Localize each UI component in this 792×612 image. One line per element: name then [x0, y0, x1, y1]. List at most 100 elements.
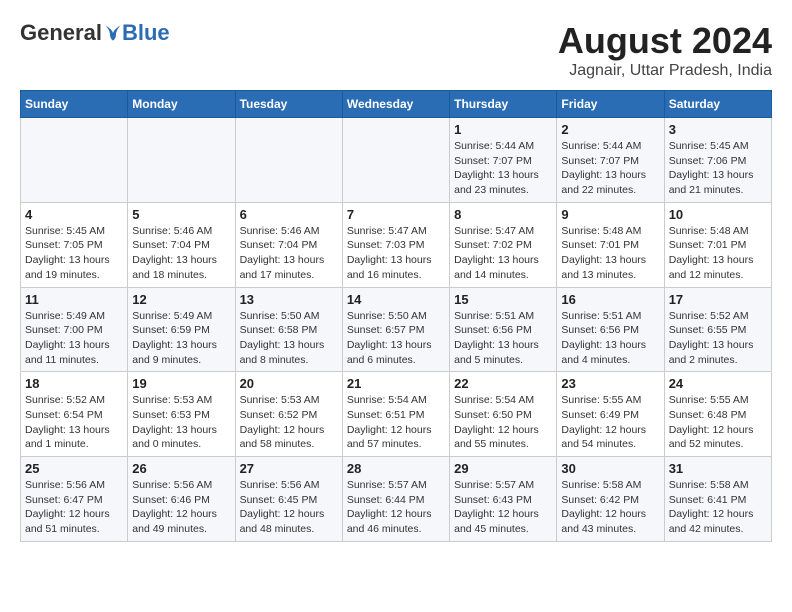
day-number: 21 — [347, 376, 445, 391]
day-info: Sunrise: 5:45 AM Sunset: 7:05 PM Dayligh… — [25, 224, 123, 283]
day-number: 17 — [669, 292, 767, 307]
logo-blue-text: Blue — [122, 20, 170, 46]
day-cell: 19 Sunrise: 5:53 AM Sunset: 6:53 PM Dayli… — [128, 372, 235, 457]
day-info: Sunrise: 5:44 AM Sunset: 7:07 PM Dayligh… — [454, 139, 552, 198]
day-info: Sunrise: 5:45 AM Sunset: 7:06 PM Dayligh… — [669, 139, 767, 198]
day-cell — [235, 118, 342, 203]
day-info: Sunrise: 5:48 AM Sunset: 7:01 PM Dayligh… — [669, 224, 767, 283]
day-number: 24 — [669, 376, 767, 391]
day-number: 2 — [561, 122, 659, 137]
day-info: Sunrise: 5:51 AM Sunset: 6:56 PM Dayligh… — [454, 309, 552, 368]
calendar-body: 1 Sunrise: 5:44 AM Sunset: 7:07 PM Daylig… — [21, 118, 772, 542]
day-number: 25 — [25, 461, 123, 476]
day-cell: 8 Sunrise: 5:47 AM Sunset: 7:02 PM Daylig… — [450, 202, 557, 287]
day-info: Sunrise: 5:54 AM Sunset: 6:50 PM Dayligh… — [454, 393, 552, 452]
day-cell: 21 Sunrise: 5:54 AM Sunset: 6:51 PM Dayli… — [342, 372, 449, 457]
week-row-4: 18Sunrise: 5:52 AM Sunset: 6:54 PM Dayli… — [21, 372, 772, 457]
day-info: Sunrise: 5:49 AM Sunset: 6:59 PM Dayligh… — [132, 309, 230, 368]
day-number: 9 — [561, 207, 659, 222]
day-cell: 20 Sunrise: 5:53 AM Sunset: 6:52 PM Dayli… — [235, 372, 342, 457]
page-header: General Blue August 2024 Jagnair, Uttar … — [20, 20, 772, 80]
day-cell: 13 Sunrise: 5:50 AM Sunset: 6:58 PM Dayli… — [235, 287, 342, 372]
day-cell: 15 Sunrise: 5:51 AM Sunset: 6:56 PM Dayli… — [450, 287, 557, 372]
day-cell: 16 Sunrise: 5:51 AM Sunset: 6:56 PM Dayli… — [557, 287, 664, 372]
day-number: 6 — [240, 207, 338, 222]
day-number: 13 — [240, 292, 338, 307]
col-header-friday: Friday — [557, 91, 664, 118]
location-title: Jagnair, Uttar Pradesh, India — [558, 62, 772, 80]
day-cell: 11Sunrise: 5:49 AM Sunset: 7:00 PM Dayli… — [21, 287, 128, 372]
day-number: 29 — [454, 461, 552, 476]
day-number: 14 — [347, 292, 445, 307]
day-cell: 6 Sunrise: 5:46 AM Sunset: 7:04 PM Daylig… — [235, 202, 342, 287]
day-cell: 3Sunrise: 5:45 AM Sunset: 7:06 PM Daylig… — [664, 118, 771, 203]
col-header-wednesday: Wednesday — [342, 91, 449, 118]
day-cell — [342, 118, 449, 203]
day-number: 15 — [454, 292, 552, 307]
col-header-tuesday: Tuesday — [235, 91, 342, 118]
day-number: 4 — [25, 207, 123, 222]
day-cell: 31Sunrise: 5:58 AM Sunset: 6:41 PM Dayli… — [664, 457, 771, 542]
day-info: Sunrise: 5:56 AM Sunset: 6:46 PM Dayligh… — [132, 478, 230, 537]
day-cell: 27 Sunrise: 5:56 AM Sunset: 6:45 PM Dayli… — [235, 457, 342, 542]
day-number: 28 — [347, 461, 445, 476]
col-header-thursday: Thursday — [450, 91, 557, 118]
day-number: 27 — [240, 461, 338, 476]
calendar-table: SundayMondayTuesdayWednesdayThursdayFrid… — [20, 90, 772, 542]
day-cell: 17 Sunrise: 5:52 AM Sunset: 6:55 PM Dayli… — [664, 287, 771, 372]
day-cell: 26 Sunrise: 5:56 AM Sunset: 6:46 PM Dayli… — [128, 457, 235, 542]
day-info: Sunrise: 5:56 AM Sunset: 6:45 PM Dayligh… — [240, 478, 338, 537]
day-cell — [21, 118, 128, 203]
day-cell: 10 Sunrise: 5:48 AM Sunset: 7:01 PM Dayli… — [664, 202, 771, 287]
day-cell: 1 Sunrise: 5:44 AM Sunset: 7:07 PM Daylig… — [450, 118, 557, 203]
day-cell: 22 Sunrise: 5:54 AM Sunset: 6:50 PM Dayli… — [450, 372, 557, 457]
col-header-sunday: Sunday — [21, 91, 128, 118]
day-number: 26 — [132, 461, 230, 476]
day-cell — [128, 118, 235, 203]
day-number: 5 — [132, 207, 230, 222]
day-info: Sunrise: 5:53 AM Sunset: 6:52 PM Dayligh… — [240, 393, 338, 452]
day-number: 20 — [240, 376, 338, 391]
day-number: 1 — [454, 122, 552, 137]
day-info: Sunrise: 5:53 AM Sunset: 6:53 PM Dayligh… — [132, 393, 230, 452]
day-info: Sunrise: 5:46 AM Sunset: 7:04 PM Dayligh… — [240, 224, 338, 283]
week-row-1: 1 Sunrise: 5:44 AM Sunset: 7:07 PM Daylig… — [21, 118, 772, 203]
day-number: 23 — [561, 376, 659, 391]
day-cell: 30Sunrise: 5:58 AM Sunset: 6:42 PM Dayli… — [557, 457, 664, 542]
day-info: Sunrise: 5:55 AM Sunset: 6:49 PM Dayligh… — [561, 393, 659, 452]
day-cell: 14Sunrise: 5:50 AM Sunset: 6:57 PM Dayli… — [342, 287, 449, 372]
day-info: Sunrise: 5:58 AM Sunset: 6:41 PM Dayligh… — [669, 478, 767, 537]
day-cell: 12Sunrise: 5:49 AM Sunset: 6:59 PM Dayli… — [128, 287, 235, 372]
day-info: Sunrise: 5:47 AM Sunset: 7:02 PM Dayligh… — [454, 224, 552, 283]
day-cell: 4 Sunrise: 5:45 AM Sunset: 7:05 PM Daylig… — [21, 202, 128, 287]
calendar-header-row: SundayMondayTuesdayWednesdayThursdayFrid… — [21, 91, 772, 118]
day-number: 18 — [25, 376, 123, 391]
day-info: Sunrise: 5:54 AM Sunset: 6:51 PM Dayligh… — [347, 393, 445, 452]
day-info: Sunrise: 5:46 AM Sunset: 7:04 PM Dayligh… — [132, 224, 230, 283]
day-cell: 28Sunrise: 5:57 AM Sunset: 6:44 PM Dayli… — [342, 457, 449, 542]
week-row-2: 4 Sunrise: 5:45 AM Sunset: 7:05 PM Daylig… — [21, 202, 772, 287]
day-number: 10 — [669, 207, 767, 222]
logo: General Blue — [20, 20, 170, 46]
day-info: Sunrise: 5:51 AM Sunset: 6:56 PM Dayligh… — [561, 309, 659, 368]
day-cell: 5 Sunrise: 5:46 AM Sunset: 7:04 PM Daylig… — [128, 202, 235, 287]
day-info: Sunrise: 5:48 AM Sunset: 7:01 PM Dayligh… — [561, 224, 659, 283]
day-number: 19 — [132, 376, 230, 391]
week-row-3: 11Sunrise: 5:49 AM Sunset: 7:00 PM Dayli… — [21, 287, 772, 372]
day-info: Sunrise: 5:52 AM Sunset: 6:55 PM Dayligh… — [669, 309, 767, 368]
day-info: Sunrise: 5:55 AM Sunset: 6:48 PM Dayligh… — [669, 393, 767, 452]
day-cell: 24 Sunrise: 5:55 AM Sunset: 6:48 PM Dayli… — [664, 372, 771, 457]
day-number: 8 — [454, 207, 552, 222]
day-number: 16 — [561, 292, 659, 307]
month-title: August 2024 — [558, 20, 772, 62]
day-info: Sunrise: 5:44 AM Sunset: 7:07 PM Dayligh… — [561, 139, 659, 198]
day-number: 22 — [454, 376, 552, 391]
day-cell: 29Sunrise: 5:57 AM Sunset: 6:43 PM Dayli… — [450, 457, 557, 542]
col-header-saturday: Saturday — [664, 91, 771, 118]
logo-bird-icon — [104, 24, 122, 42]
week-row-5: 25Sunrise: 5:56 AM Sunset: 6:47 PM Dayli… — [21, 457, 772, 542]
title-block: August 2024 Jagnair, Uttar Pradesh, Indi… — [558, 20, 772, 80]
day-info: Sunrise: 5:50 AM Sunset: 6:58 PM Dayligh… — [240, 309, 338, 368]
logo-general-text: General — [20, 20, 102, 46]
day-cell: 7Sunrise: 5:47 AM Sunset: 7:03 PM Daylig… — [342, 202, 449, 287]
